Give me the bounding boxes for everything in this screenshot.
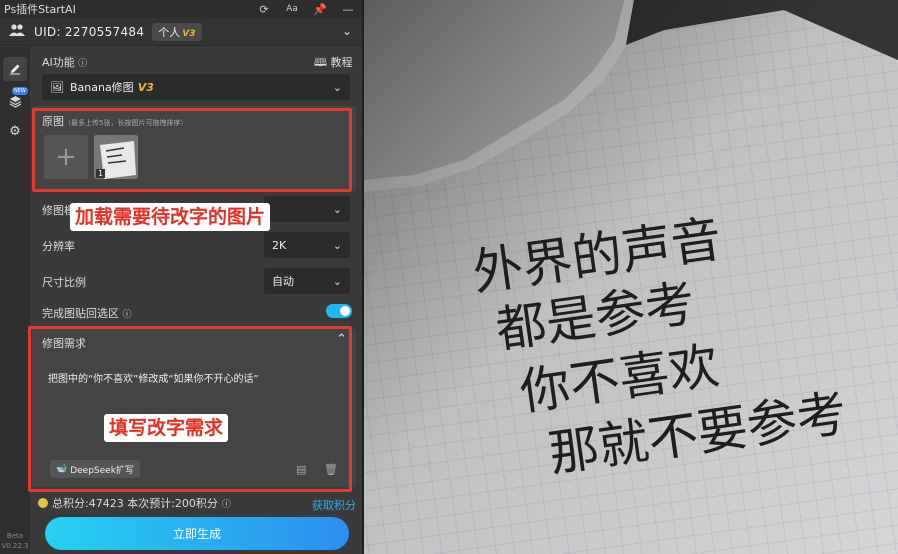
tutorial-text: 教程	[330, 56, 353, 69]
ai-function-label: AI功能 ⓘ	[42, 54, 87, 70]
version-label: V0.22.3	[1, 542, 29, 550]
info-icon[interactable]: ⓘ	[222, 497, 231, 510]
resolution-value: 2K	[272, 238, 287, 252]
resolution-select[interactable]: 2K ⌄	[264, 232, 350, 258]
minimize-icon[interactable]: —	[334, 3, 362, 16]
ai-function-select[interactable]: 🖼 Banana修图 V3 ⌄	[42, 74, 350, 100]
points-info: 总积分:47423 本次预计:200积分 ⓘ	[38, 495, 231, 511]
get-points-link[interactable]: 获取积分	[312, 497, 356, 513]
book-icon: 🕮	[314, 56, 327, 69]
resolution-label: 分辨率	[42, 240, 75, 253]
coin-icon	[38, 498, 48, 508]
aspect-select[interactable]: 自动 ⌄	[264, 268, 350, 294]
chevron-down-icon: ⌄	[332, 202, 342, 216]
requirement-highlight-box	[28, 326, 352, 492]
handwritten-note-photo: 外界的声音 都是参考 你不喜欢 那就不要参考	[364, 0, 898, 554]
upload-callout: 加载需要待改字的图片	[70, 203, 271, 231]
image-icon: 🖼	[50, 80, 64, 94]
beta-label: Beta	[6, 532, 24, 540]
ai-function-version: V3	[137, 80, 154, 94]
upload-highlight-box	[32, 108, 352, 192]
chevron-down-icon: ⌄	[332, 238, 342, 252]
chevron-down-icon: ⌄	[332, 80, 342, 94]
gear-icon[interactable]: ⚙	[3, 119, 27, 143]
plan-badge: 个人 V3	[152, 22, 202, 41]
new-tag: NEW	[12, 87, 28, 95]
generate-button[interactable]: 立即生成	[45, 517, 349, 550]
paste-back-toggle[interactable]	[326, 304, 352, 318]
uid-text: UID: 2270557484	[34, 24, 145, 39]
edit-icon[interactable]	[3, 57, 27, 81]
refresh-icon[interactable]: ⟳	[250, 3, 278, 16]
ai-function-value: Banana修图	[69, 81, 134, 94]
plan-name: 个人	[158, 25, 181, 39]
font-size-icon[interactable]: Aa	[278, 4, 306, 14]
mode-select[interactable]: ⌄	[264, 196, 350, 222]
chevron-down-icon: ⌄	[332, 274, 342, 288]
plan-version: V3	[182, 28, 196, 39]
plugin-panel: Ps插件StartAI ⟳ Aa 📌 — UID: 2270557484 个人 V…	[0, 0, 362, 554]
app-title: Ps插件StartAI	[4, 3, 76, 16]
title-bar: Ps插件StartAI ⟳ Aa 📌 —	[0, 0, 362, 18]
tutorial-link[interactable]: 🕮 教程	[314, 54, 352, 73]
users-icon	[0, 23, 34, 40]
user-menu-chevron-icon[interactable]: ⌄	[342, 24, 352, 38]
paste-back-label: 完成图贴回选区 ⓘ	[42, 305, 132, 321]
info-icon[interactable]: ⓘ	[123, 310, 132, 320]
ai-function-text: AI功能	[42, 56, 75, 69]
requirement-callout: 填写改字需求	[104, 414, 229, 442]
user-bar: UID: 2270557484 个人 V3 ⌄	[0, 18, 362, 46]
note-photo-svg: 外界的声音 都是参考 你不喜欢 那就不要参考	[364, 0, 898, 554]
aspect-label: 尺寸比例	[42, 276, 86, 289]
info-icon[interactable]: ⓘ	[78, 59, 87, 69]
paste-back-text: 完成图贴回选区	[42, 307, 119, 320]
pin-icon[interactable]: 📌	[306, 3, 334, 16]
points-text: 总积分:47423 本次预计:200积分	[52, 497, 218, 510]
sidebar: NEW ⚙ Beta V0.22.3	[0, 47, 30, 554]
aspect-value: 自动	[272, 275, 294, 288]
